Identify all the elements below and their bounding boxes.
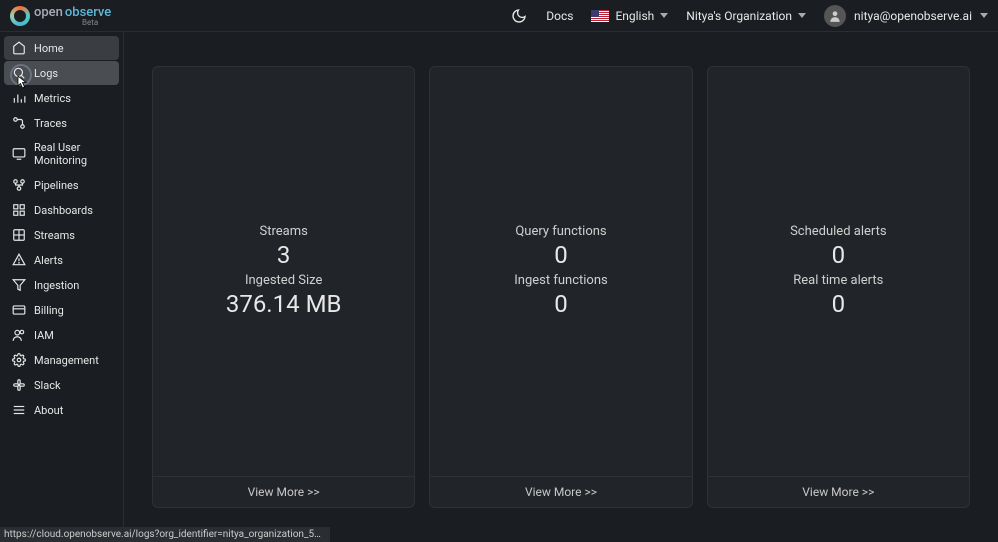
card-value: 0	[832, 290, 846, 318]
sidebar-item-ingestion[interactable]: Ingestion	[4, 273, 119, 297]
list-icon	[12, 403, 26, 417]
chevron-down-icon	[660, 13, 668, 18]
card-label: Scheduled alerts	[790, 224, 887, 239]
card-label: Ingest functions	[514, 273, 607, 288]
user-icon	[828, 9, 842, 23]
search-icon	[12, 66, 26, 80]
sidebar-item-rum[interactable]: Real User Monitoring	[4, 136, 119, 172]
sidebar: Home Logs Metrics Traces Real	[0, 32, 124, 542]
main-content: Streams 3 Ingested Size 376.14 MB View M…	[124, 32, 998, 542]
sidebar-item-metrics[interactable]: Metrics	[4, 86, 119, 110]
card-value: 376.14 MB	[226, 290, 342, 318]
sidebar-item-label: Home	[34, 42, 64, 55]
card-label: Ingested Size	[245, 273, 322, 288]
sidebar-item-label: Pipelines	[34, 179, 79, 192]
card-label: Streams	[259, 224, 307, 239]
sidebar-item-dashboards[interactable]: Dashboards	[4, 198, 119, 222]
status-bar-url: https://cloud.openobserve.ai/logs?org_id…	[0, 527, 330, 542]
avatar	[824, 5, 846, 27]
view-more-link[interactable]: View More >>	[430, 476, 691, 507]
chevron-down-icon	[980, 13, 988, 18]
sidebar-item-label: Slack	[34, 379, 61, 392]
gear-icon	[12, 353, 26, 367]
language-selector[interactable]: English	[591, 9, 668, 23]
sidebar-item-label: Management	[34, 354, 99, 367]
view-more-link[interactable]: View More >>	[708, 476, 969, 507]
header-right: Docs English Nitya's Organization nitya@…	[510, 5, 988, 27]
user-menu[interactable]: nitya@openobserve.ai	[824, 5, 988, 27]
sidebar-item-slack[interactable]: Slack	[4, 373, 119, 397]
sidebar-item-alerts[interactable]: Alerts	[4, 248, 119, 272]
pipeline-icon	[12, 178, 26, 192]
card-label: Query functions	[515, 224, 606, 239]
sidebar-item-about[interactable]: About	[4, 398, 119, 422]
sidebar-item-management[interactable]: Management	[4, 348, 119, 372]
sidebar-item-label: Dashboards	[34, 204, 93, 217]
streams-icon	[12, 228, 26, 242]
card-alerts: Scheduled alerts 0 Real time alerts 0 Vi…	[707, 66, 970, 508]
logo[interactable]: openobserve Beta	[10, 5, 111, 27]
card-body: Query functions 0 Ingest functions 0	[430, 67, 691, 476]
sidebar-item-label: Traces	[34, 117, 67, 130]
sidebar-item-traces[interactable]: Traces	[4, 111, 119, 135]
language-label: English	[615, 9, 654, 23]
sidebar-item-label: Streams	[34, 229, 75, 242]
alert-icon	[12, 253, 26, 267]
sidebar-item-label: Ingestion	[34, 279, 79, 292]
flag-icon	[591, 10, 609, 22]
chevron-down-icon	[798, 13, 806, 18]
sidebar-item-label: Billing	[34, 304, 64, 317]
user-email: nitya@openobserve.ai	[854, 9, 972, 23]
sidebar-item-billing[interactable]: Billing	[4, 298, 119, 322]
card-value: 0	[554, 241, 568, 269]
slack-icon	[12, 378, 26, 392]
theme-toggle-button[interactable]	[510, 7, 528, 25]
card-label: Real time alerts	[793, 273, 883, 288]
sidebar-item-label: Metrics	[34, 92, 71, 105]
card-value: 3	[277, 241, 291, 269]
sidebar-item-logs[interactable]: Logs	[4, 61, 119, 85]
card-value: 0	[832, 241, 846, 269]
moon-icon	[511, 8, 527, 24]
monitor-icon	[12, 147, 26, 161]
metrics-icon	[12, 91, 26, 105]
logo-text-open: open	[34, 5, 63, 20]
sidebar-item-label: About	[34, 404, 63, 417]
card-value: 0	[554, 290, 568, 318]
sidebar-item-streams[interactable]: Streams	[4, 223, 119, 247]
organization-label: Nitya's Organization	[686, 9, 792, 23]
sidebar-item-label: Logs	[34, 67, 58, 80]
billing-icon	[12, 303, 26, 317]
card-body: Streams 3 Ingested Size 376.14 MB	[153, 67, 414, 476]
card-body: Scheduled alerts 0 Real time alerts 0	[708, 67, 969, 476]
grid-icon	[12, 203, 26, 217]
traces-icon	[12, 116, 26, 130]
header: openobserve Beta Docs English Nitya's Or…	[0, 0, 998, 32]
sidebar-item-iam[interactable]: IAM	[4, 323, 119, 347]
sidebar-item-home[interactable]: Home	[4, 36, 119, 60]
organization-selector[interactable]: Nitya's Organization	[686, 9, 806, 23]
body: Home Logs Metrics Traces Real	[0, 32, 998, 542]
docs-link[interactable]: Docs	[546, 9, 573, 23]
sidebar-item-label: Alerts	[34, 254, 63, 267]
filter-icon	[12, 278, 26, 292]
sidebar-item-label: Real User Monitoring	[34, 141, 111, 167]
users-icon	[12, 328, 26, 342]
home-icon	[12, 41, 26, 55]
card-streams: Streams 3 Ingested Size 376.14 MB View M…	[152, 66, 415, 508]
sidebar-item-pipelines[interactable]: Pipelines	[4, 173, 119, 197]
sidebar-item-label: IAM	[34, 329, 54, 342]
card-functions: Query functions 0 Ingest functions 0 Vie…	[429, 66, 692, 508]
logo-icon	[10, 6, 30, 26]
view-more-link[interactable]: View More >>	[153, 476, 414, 507]
